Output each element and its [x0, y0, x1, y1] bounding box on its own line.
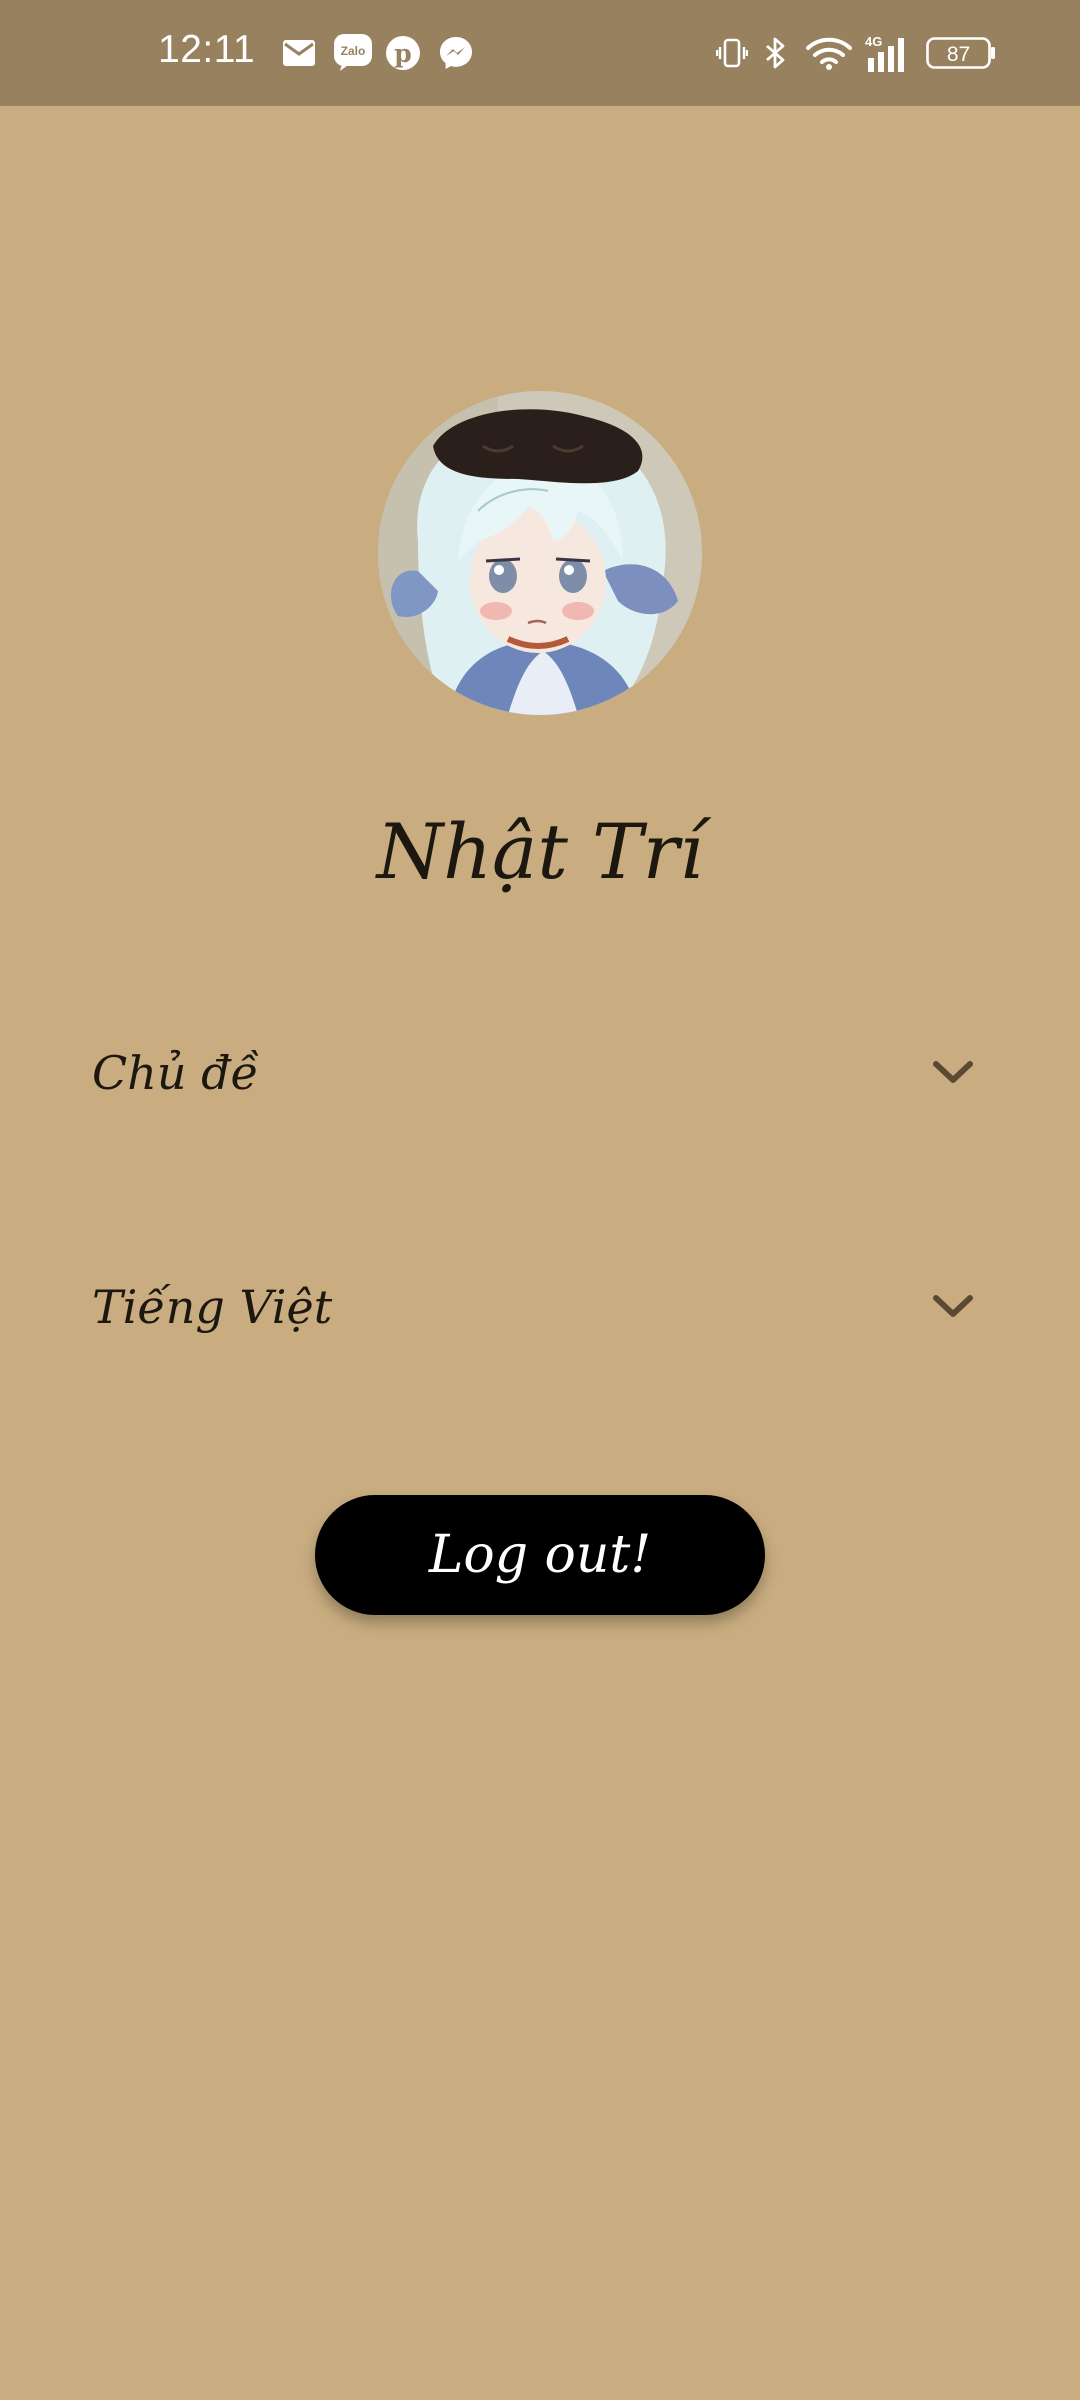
- status-time: 12:11: [158, 28, 256, 71]
- svg-text:Zalo: Zalo: [341, 44, 366, 58]
- chevron-down-icon: [933, 1061, 973, 1083]
- pinterest-icon: p: [386, 36, 420, 70]
- signal-icon: 4G: [865, 34, 904, 72]
- network-type-label: 4G: [865, 34, 882, 49]
- messenger-icon: [440, 37, 472, 69]
- language-dropdown-label: Tiếng Việt: [92, 1280, 333, 1334]
- zalo-icon: Zalo: [334, 34, 372, 71]
- status-bar: 12:11 Zalo p 4G 87: [0, 0, 1080, 106]
- avatar-image: [378, 391, 702, 715]
- theme-dropdown[interactable]: Chủ đề: [90, 1018, 990, 1128]
- user-name: Nhật Trí: [376, 807, 704, 896]
- battery-icon: 87: [926, 37, 995, 69]
- svg-text:p: p: [394, 39, 411, 68]
- wifi-icon: [806, 37, 852, 70]
- bluetooth-icon: [766, 37, 785, 69]
- avatar[interactable]: [378, 391, 702, 715]
- chevron-down-icon: [933, 1295, 973, 1317]
- vibrate-icon: [716, 38, 748, 68]
- language-dropdown[interactable]: Tiếng Việt: [90, 1252, 990, 1362]
- theme-dropdown-label: Chủ đề: [92, 1046, 259, 1100]
- battery-level: 87: [947, 43, 970, 66]
- logout-button[interactable]: Log out!: [315, 1495, 765, 1615]
- mail-icon: [283, 40, 315, 66]
